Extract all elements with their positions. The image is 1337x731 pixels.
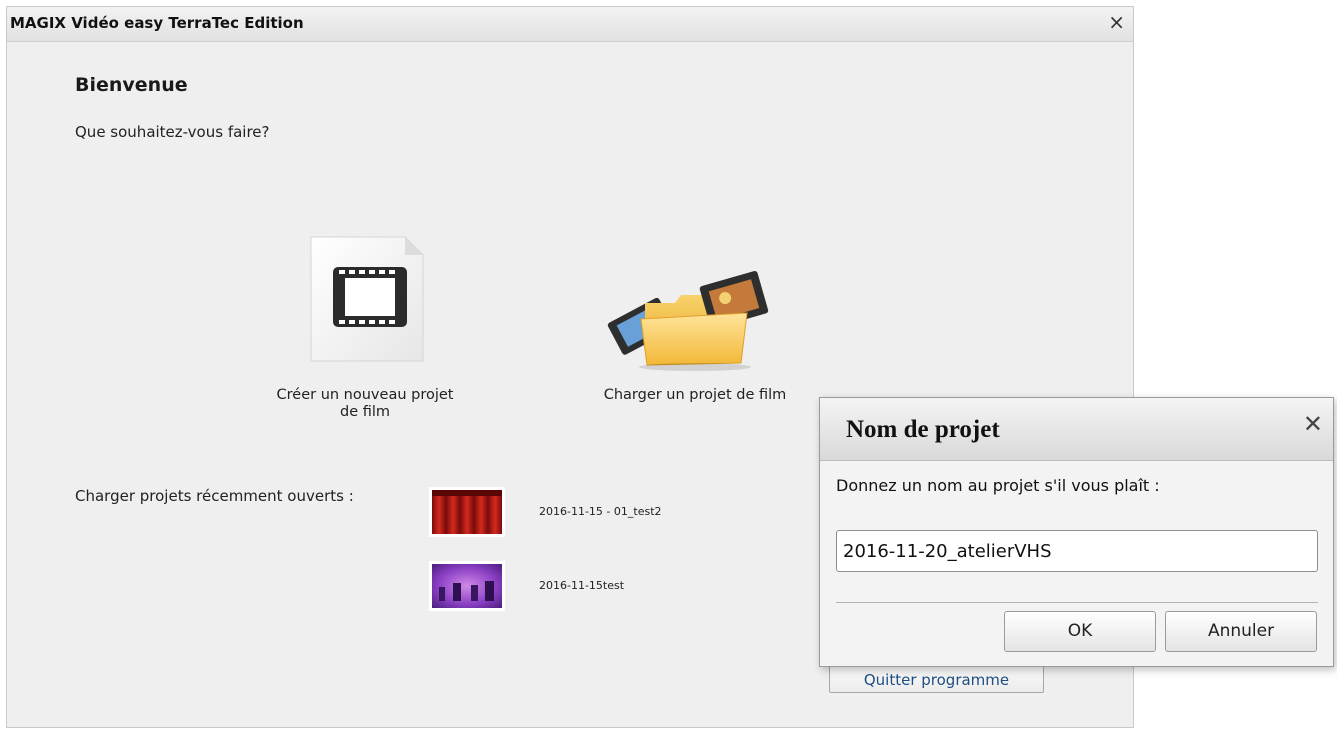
load-project-label: Charger un projet de film	[603, 387, 787, 403]
recent-project-item[interactable]: 2016-11-15test	[427, 559, 747, 619]
project-name-dialog: Nom de projet ✕ Donnez un nom au projet …	[819, 397, 1334, 667]
close-icon[interactable]: ✕	[1303, 410, 1323, 438]
dialog-header[interactable]: Nom de projet ✕	[820, 398, 1333, 461]
cancel-button[interactable]: Annuler	[1165, 611, 1317, 652]
dialog-title: Nom de projet	[846, 416, 1000, 443]
purple-stage-thumbnail[interactable]	[427, 559, 507, 615]
folder-film-icon[interactable]	[577, 233, 813, 373]
new-project-option[interactable]: Créer un nouveau projet de film	[247, 233, 483, 421]
red-curtain-thumbnail[interactable]	[427, 485, 507, 541]
new-project-label-line2: de film	[339, 404, 391, 420]
project-name-input[interactable]	[836, 530, 1318, 572]
recent-project-item[interactable]: 2016-11-15 - 01_test2	[427, 485, 747, 545]
recent-projects-label: Charger projets récemment ouverts :	[75, 487, 354, 505]
title-bar[interactable]: MAGIX Vidéo easy TerraTec Edition ×	[7, 7, 1133, 42]
load-project-option[interactable]: Charger un projet de film	[577, 233, 813, 404]
recent-project-name[interactable]: 2016-11-15 - 01_test2	[539, 505, 662, 518]
dialog-prompt: Donnez un nom au projet s'il vous plaît …	[836, 476, 1160, 495]
ok-button[interactable]: OK	[1004, 611, 1156, 652]
window-close-button[interactable]: ×	[1108, 10, 1125, 34]
welcome-title: Bienvenue	[75, 74, 188, 96]
recent-project-name[interactable]: 2016-11-15test	[539, 579, 624, 592]
new-project-label-line1: Créer un nouveau projet	[276, 387, 454, 403]
welcome-question: Que souhaitez-vous faire?	[75, 123, 270, 141]
film-document-icon[interactable]	[247, 233, 483, 373]
dialog-separator	[836, 602, 1318, 603]
window-title: MAGIX Vidéo easy TerraTec Edition	[10, 14, 304, 32]
